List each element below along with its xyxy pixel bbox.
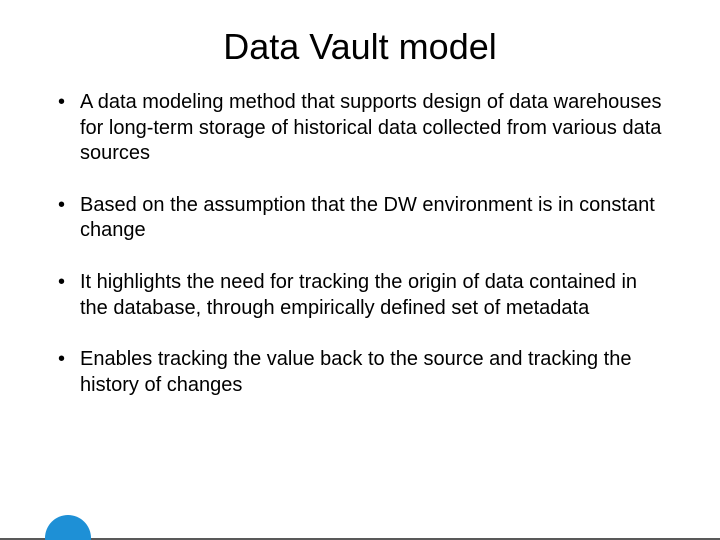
list-item: Based on the assumption that the DW envi… — [52, 193, 668, 244]
slide-title: Data Vault model — [0, 26, 720, 68]
accent-circle-icon — [45, 515, 91, 540]
slide-content: A data modeling method that supports des… — [0, 68, 720, 398]
list-item: Enables tracking the value back to the s… — [52, 347, 668, 398]
list-item: A data modeling method that supports des… — [52, 90, 668, 167]
bullet-list: A data modeling method that supports des… — [52, 90, 668, 398]
slide: Data Vault model A data modeling method … — [0, 26, 720, 540]
list-item: It highlights the need for tracking the … — [52, 270, 668, 321]
